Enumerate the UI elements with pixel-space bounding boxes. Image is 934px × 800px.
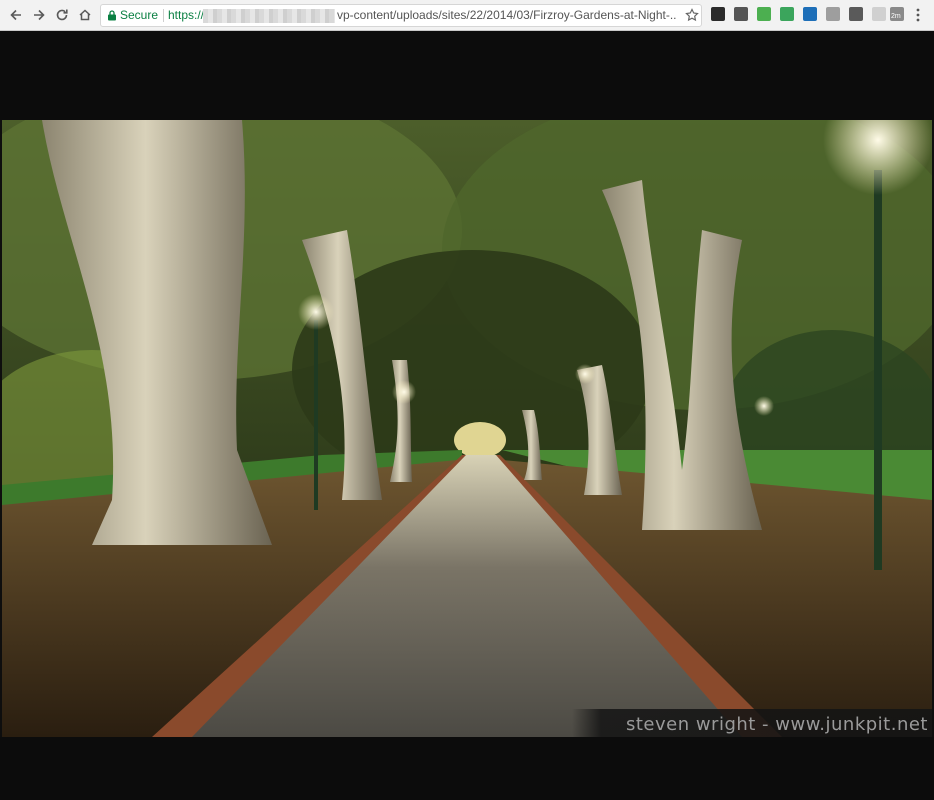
photo-watermark: steven wright - www.junkpit.net xyxy=(625,714,928,735)
download-extension-icon[interactable] xyxy=(734,7,748,21)
lock-icon xyxy=(108,10,116,21)
camera-extension-icon[interactable] xyxy=(711,7,725,21)
green-square-extension-icon[interactable] xyxy=(757,7,771,21)
reload-icon xyxy=(56,9,68,21)
arrow-right-icon xyxy=(34,9,45,21)
redacted-domain xyxy=(203,9,335,23)
browser-toolbar: Secure https:// vp-content/uploads/sites… xyxy=(0,0,934,31)
badge-text: 2m xyxy=(891,13,901,20)
forward-button[interactable] xyxy=(29,5,49,25)
home-icon xyxy=(79,9,91,21)
screenshot-extension-icon[interactable] xyxy=(849,7,863,21)
arrow-left-icon xyxy=(10,9,21,21)
analytics-extension-icon[interactable] xyxy=(803,7,817,21)
park-photo: steven wright - www.junkpit.net xyxy=(2,120,932,737)
back-button[interactable] xyxy=(6,5,26,25)
omnibox-divider xyxy=(163,9,164,22)
page-background-top xyxy=(0,31,934,120)
drive-extension-icon[interactable] xyxy=(826,7,840,21)
profile-badge-icon[interactable]: 2m xyxy=(890,7,904,21)
menu-dots-icon[interactable] xyxy=(914,7,922,23)
bookmark-star-icon[interactable] xyxy=(685,8,699,22)
address-bar[interactable]: Secure https:// vp-content/uploads/sites… xyxy=(100,4,702,27)
blank-extension-icon[interactable] xyxy=(872,7,886,21)
url-path: vp-content/uploads/sites/22/2014/03/Firz… xyxy=(337,8,677,22)
leaf-extension-icon[interactable] xyxy=(780,7,794,21)
park-illustration xyxy=(2,120,932,737)
reload-button[interactable] xyxy=(52,5,72,25)
page-background-bottom xyxy=(0,737,934,800)
secure-label: Secure xyxy=(120,8,159,22)
url-scheme: https:// xyxy=(168,8,205,22)
home-button[interactable] xyxy=(75,5,95,25)
